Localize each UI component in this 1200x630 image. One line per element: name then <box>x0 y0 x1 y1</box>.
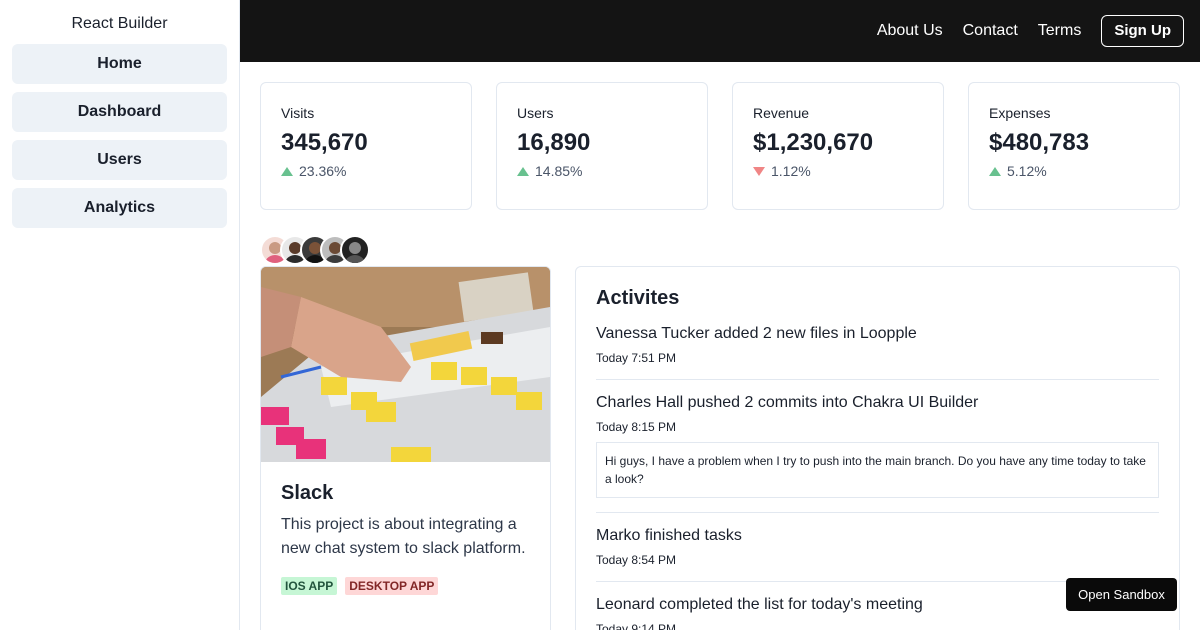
sidebar-item-analytics[interactable]: Analytics <box>12 188 227 228</box>
top-nav-links: About Us Contact Terms Sign Up <box>857 15 1184 47</box>
activity-item: Vanessa Tucker added 2 new files in Loop… <box>596 311 1159 380</box>
sidebar-item-dashboard[interactable]: Dashboard <box>12 92 227 132</box>
stat-card-expenses: Expenses $480,783 5.12% <box>968 82 1180 210</box>
stat-delta: 23.36% <box>281 163 451 179</box>
stat-delta-value: 5.12% <box>1007 163 1047 179</box>
project-card: Slack This project is about integrating … <box>260 266 551 630</box>
activity-text: Vanessa Tucker added 2 new files in Loop… <box>596 325 917 342</box>
tag-desktop-app: DESKTOP APP <box>345 577 439 595</box>
stat-value: 16,890 <box>517 129 591 156</box>
project-tags: IOS APP DESKTOP APP <box>281 577 530 595</box>
trend-up-icon <box>517 166 529 176</box>
stat-delta-value: 23.36% <box>299 163 347 179</box>
top-navbar: About Us Contact Terms Sign Up <box>240 0 1200 62</box>
avatar[interactable] <box>340 235 370 265</box>
stat-label: Expenses <box>989 105 1051 121</box>
sidebar: React Builder Home Dashboard Users Analy… <box>0 0 240 630</box>
activity-text: Charles Hall pushed 2 commits into Chakr… <box>596 394 979 411</box>
activities-title: Activites <box>596 287 680 309</box>
stat-label: Revenue <box>753 105 810 121</box>
activity-time: Today 8:54 PM <box>596 553 677 567</box>
activity-message: Hi guys, I have a problem when I try to … <box>596 442 1159 498</box>
sign-up-button[interactable]: Sign Up <box>1101 15 1184 47</box>
activity-time: Today 9:14 PM <box>596 622 677 630</box>
stat-card-users: Users 16,890 14.85% <box>496 82 708 210</box>
activity-item: Marko finished tasks Today 8:54 PM <box>596 513 1159 582</box>
avatar-body <box>344 255 366 263</box>
trend-up-icon <box>989 166 1001 176</box>
sidebar-nav: Home Dashboard Users Analytics <box>0 44 239 228</box>
project-image <box>261 267 550 462</box>
stat-delta-value: 1.12% <box>771 163 811 179</box>
nav-link-contact[interactable]: Contact <box>963 15 1018 47</box>
activities-card: Activites Vanessa Tucker added 2 new fil… <box>575 266 1180 630</box>
avatar-group <box>260 235 370 265</box>
stat-delta: 1.12% <box>753 163 923 179</box>
stat-label: Users <box>517 105 554 121</box>
stat-value: $480,783 <box>989 129 1090 156</box>
stat-delta-value: 14.85% <box>535 163 583 179</box>
brand-title: React Builder <box>71 15 168 32</box>
stat-value: $1,230,670 <box>753 129 874 156</box>
activity-text: Marko finished tasks <box>596 527 742 544</box>
stat-delta: 5.12% <box>989 163 1159 179</box>
nav-link-about-us[interactable]: About Us <box>877 15 943 47</box>
trend-up-icon <box>281 166 293 176</box>
stat-card-revenue: Revenue $1,230,670 1.12% <box>732 82 944 210</box>
stat-value: 345,670 <box>281 129 368 156</box>
project-body: Slack This project is about integrating … <box>261 462 550 615</box>
tag-ios-app: IOS APP <box>281 577 338 595</box>
trend-down-icon <box>753 166 765 176</box>
nav-link-terms[interactable]: Terms <box>1038 15 1082 47</box>
sidebar-item-home[interactable]: Home <box>12 44 227 84</box>
project-title: Slack <box>281 482 334 504</box>
activity-item: Charles Hall pushed 2 commits into Chakr… <box>596 380 1159 513</box>
stat-delta: 14.85% <box>517 163 687 179</box>
open-sandbox-button[interactable]: Open Sandbox <box>1066 578 1177 611</box>
stat-label: Visits <box>281 105 315 121</box>
activity-time: Today 8:15 PM <box>596 420 677 434</box>
stat-card-visits: Visits 345,670 23.36% <box>260 82 472 210</box>
sidebar-item-users[interactable]: Users <box>12 140 227 180</box>
project-description: This project is about integrating a new … <box>281 516 526 557</box>
activity-time: Today 7:51 PM <box>596 351 677 365</box>
avatar-face <box>349 242 361 254</box>
